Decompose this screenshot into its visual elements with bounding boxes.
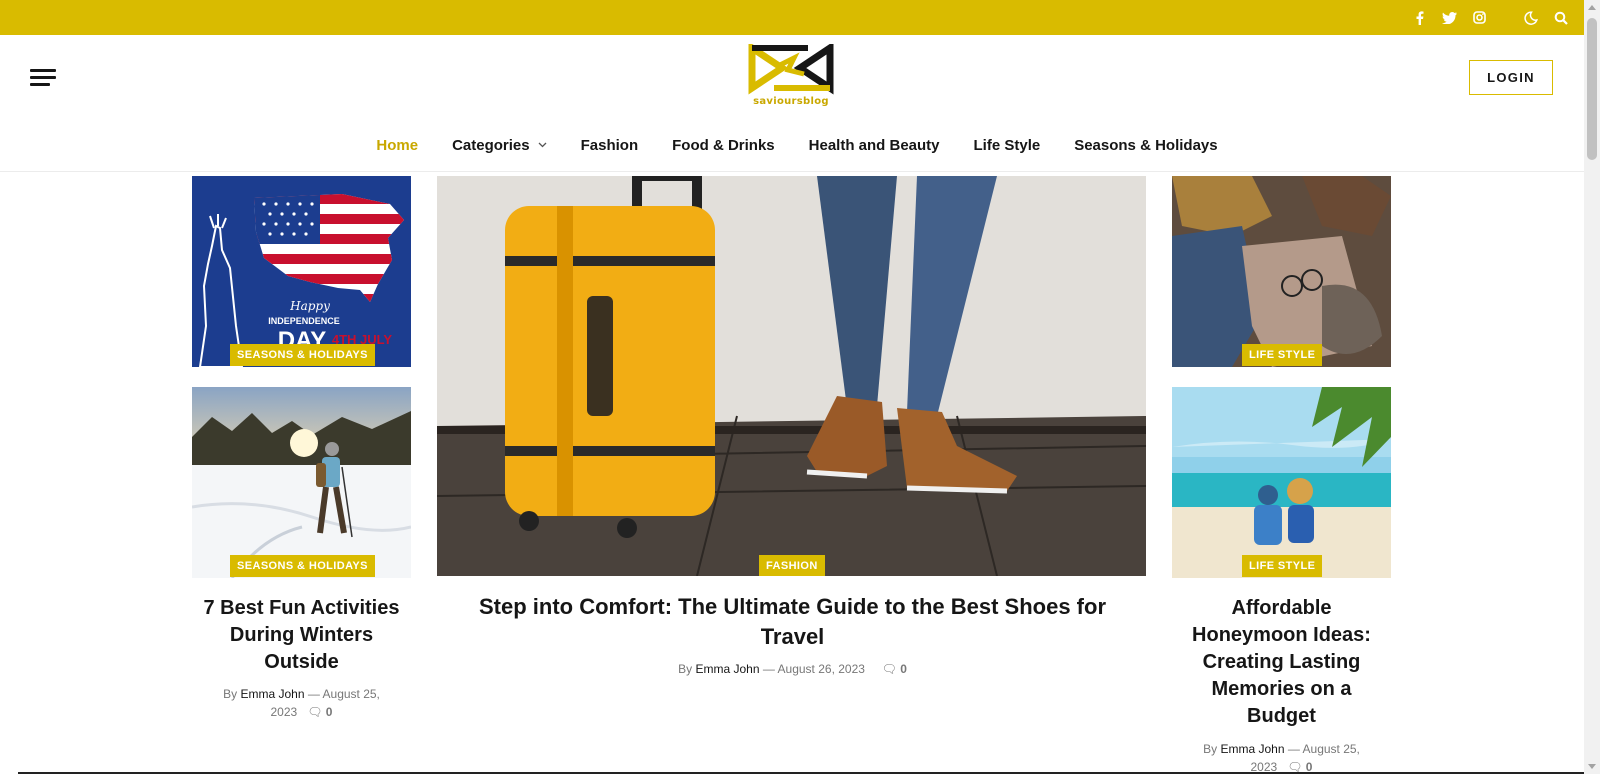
comment-icon: 🗨 — [881, 662, 897, 676]
post-title[interactable]: 7 Best Fun Activities During Winters Out… — [200, 595, 403, 676]
author-link[interactable]: Emma John — [240, 687, 304, 701]
top-bar-icons — [1410, 0, 1570, 35]
moon-icon[interactable] — [1522, 9, 1540, 27]
facebook-icon[interactable] — [1410, 9, 1428, 27]
svg-text:INDEPENDENCE: INDEPENDENCE — [268, 316, 340, 326]
search-icon[interactable] — [1552, 9, 1570, 27]
top-bar — [0, 0, 1584, 35]
comment-icon: 🗨 — [307, 705, 323, 719]
scroll-up-icon[interactable] — [1588, 5, 1596, 10]
post-meta: By Emma John — August 26, 2023 🗨 0 — [678, 662, 907, 676]
menu-icon[interactable] — [30, 69, 56, 87]
nav-item-categories[interactable]: Categories — [452, 133, 547, 157]
author-link[interactable]: Emma John — [695, 662, 759, 676]
category-badge[interactable]: LIFE STYLE — [1242, 344, 1323, 366]
category-badge[interactable]: SEASONS & HOLIDAYS — [230, 344, 375, 366]
nav-item-fashion[interactable]: Fashion — [581, 133, 639, 157]
category-badge[interactable]: FASHION — [759, 555, 825, 576]
author-link[interactable]: Emma John — [1220, 742, 1284, 756]
login-button[interactable]: LOGIN — [1469, 60, 1553, 95]
site-logo[interactable]: savioursblog — [748, 41, 834, 110]
post-thumbnail-winter-activities[interactable]: SEASONS & HOLIDAYS — [192, 387, 411, 578]
nav-item-life-style[interactable]: Life Style — [974, 133, 1041, 157]
logo-wordmark: savioursblog — [753, 96, 829, 107]
post-thumbnail-travel-shoes[interactable]: FASHION — [437, 176, 1146, 576]
chevron-down-icon — [538, 140, 547, 151]
comments-link[interactable]: 🗨 0 — [307, 705, 332, 719]
comments-link[interactable]: 🗨 0 — [882, 662, 907, 676]
svg-text:Happy: Happy — [289, 299, 330, 313]
post-meta: By Emma John — August 25, 2023 🗨 0 — [223, 687, 380, 719]
category-badge[interactable]: SEASONS & HOLIDAYS — [230, 555, 375, 577]
main-nav: Home Categories Fashion Food & Drinks He… — [0, 133, 1584, 157]
post-thumbnail-independence-day[interactable]: Happy INDEPENDENCE DAY 4TH JULY SEASONS … — [192, 176, 411, 367]
scroll-down-icon[interactable] — [1588, 764, 1596, 769]
instagram-icon[interactable] — [1470, 9, 1488, 27]
post-title[interactable]: Affordable Honeymoon Ideas: Creating Las… — [1182, 595, 1381, 730]
nav-item-food-drinks[interactable]: Food & Drinks — [672, 133, 775, 157]
category-badge[interactable]: LIFE STYLE — [1242, 555, 1323, 577]
site-header: savioursblog LOGIN Home Categories Fashi… — [0, 35, 1584, 172]
post-thumbnail-flat-lay[interactable]: LIFE STYLE — [1172, 176, 1391, 367]
scrollbar-thumb[interactable] — [1587, 18, 1597, 160]
nav-item-seasons-holidays[interactable]: Seasons & Holidays — [1074, 133, 1217, 157]
post-thumbnail-honeymoon[interactable]: LIFE STYLE — [1172, 387, 1391, 578]
twitter-icon[interactable] — [1440, 9, 1458, 27]
nav-item-home[interactable]: Home — [376, 133, 418, 157]
page-scrollbar[interactable] — [1584, 0, 1600, 774]
featured-post-title[interactable]: Step into Comfort: The Ultimate Guide to… — [460, 592, 1125, 652]
nav-item-health-beauty[interactable]: Health and Beauty — [809, 133, 940, 157]
post-meta: By Emma John — August 25, 2023 🗨 0 — [1203, 742, 1360, 774]
